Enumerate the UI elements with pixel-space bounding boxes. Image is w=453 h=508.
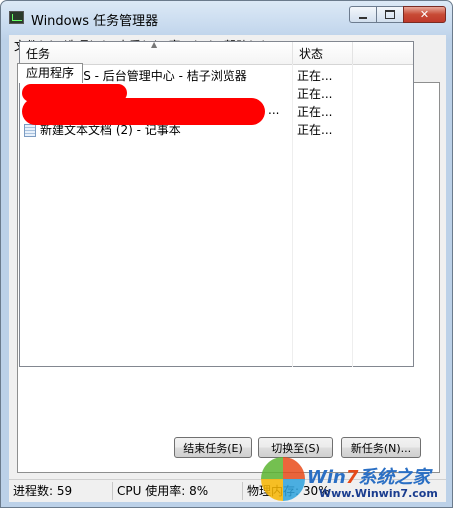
sort-ascending-icon: ▲ [151, 40, 158, 49]
watermark-title: Win7系统之家 [307, 467, 431, 488]
task-status: 正在... [297, 87, 333, 101]
caption-buttons: ✕ [349, 6, 446, 25]
cpu-usage: CPU 使用率: 8% [113, 482, 243, 500]
redaction-mark [22, 98, 265, 125]
new-task-button[interactable]: 新任务(N)... [341, 437, 421, 458]
end-task-button[interactable]: 结束任务(E) [174, 437, 252, 458]
column-header-status[interactable]: 状态 [293, 42, 353, 64]
watermark: Win7系统之家 Www.Winwin7.com [261, 457, 451, 505]
task-status: 正在... [297, 105, 333, 119]
column-header-filler [353, 42, 413, 64]
task-status: 正在... [297, 69, 333, 83]
windows-logo-icon [261, 457, 305, 501]
task-manager-icon [9, 11, 24, 24]
close-button[interactable]: ✕ [403, 6, 446, 23]
task-manager-window: Windows 任务管理器 ✕ 文件(F) 选项(O) 查看(V) 窗口(W) … [0, 0, 453, 508]
minimize-button[interactable] [349, 6, 376, 23]
maximize-button[interactable] [376, 6, 403, 23]
task-list[interactable]: ▲ 任务 状态 PHPCMS - 后台管理中心 - 桔子浏览器 正在... 正在… [19, 40, 414, 367]
title-bar[interactable]: Windows 任务管理器 ✕ [1, 1, 452, 33]
window-title: Windows 任务管理器 [31, 14, 159, 29]
list-header: ▲ 任务 状态 [20, 40, 413, 65]
tab-applications[interactable]: 应用程序 [17, 63, 84, 83]
minimize-icon [359, 16, 367, 19]
task-status: 正在... [297, 123, 333, 137]
maximize-icon [385, 10, 395, 19]
task-name-truncated: ... [268, 103, 280, 117]
watermark-url: Www.Winwin7.com [319, 487, 438, 500]
process-count: 进程数: 59 [9, 482, 113, 500]
switch-to-button[interactable]: 切换至(S) [258, 437, 333, 458]
notepad-icon [24, 123, 36, 137]
close-icon: ✕ [419, 8, 430, 21]
